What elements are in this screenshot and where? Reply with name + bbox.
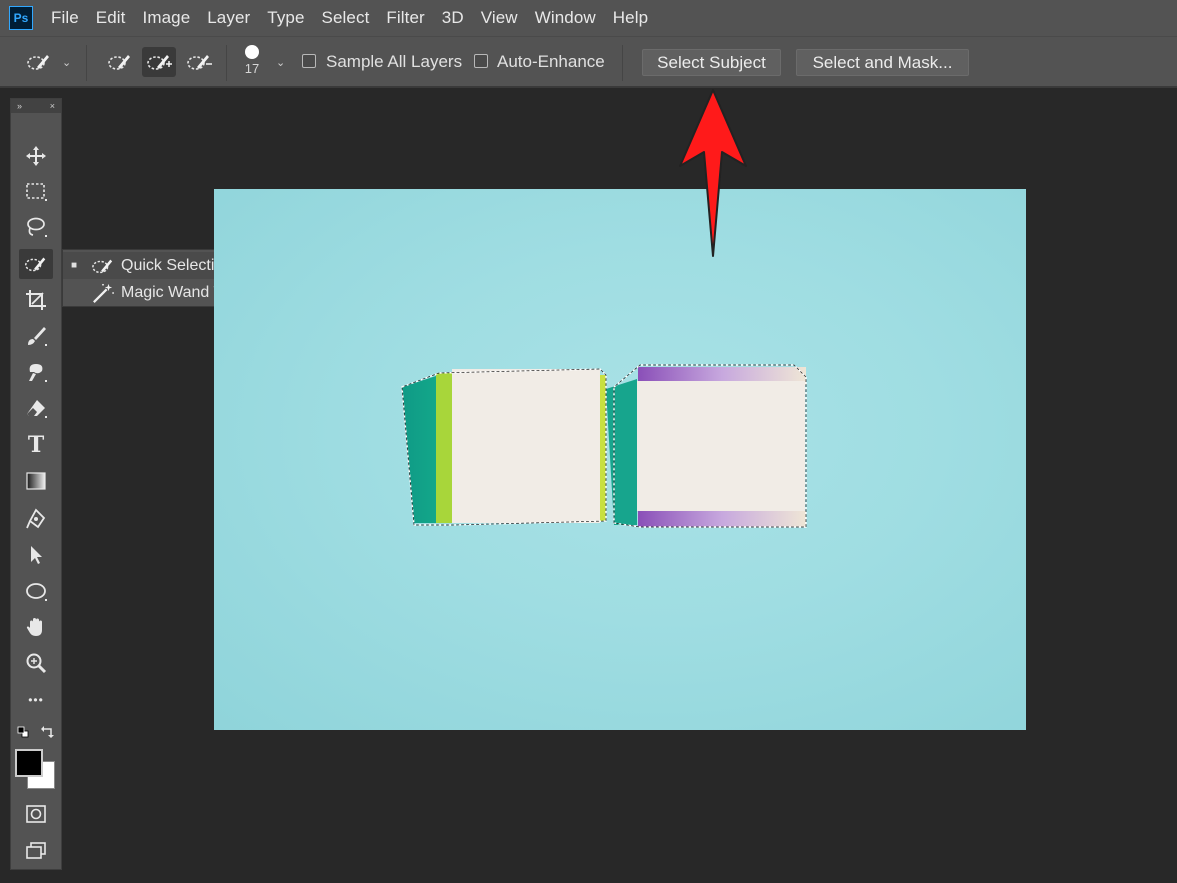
arrow-cursor-icon <box>31 546 42 564</box>
pen-icon <box>26 508 46 529</box>
sample-all-layers-checkbox[interactable] <box>302 54 316 68</box>
tools-panel: » × T ••• <box>10 98 62 870</box>
close-panel-icon[interactable]: × <box>50 101 55 111</box>
eraser-icon <box>27 400 47 418</box>
selected-bullet-icon: ■ <box>71 260 78 271</box>
separator <box>86 45 87 81</box>
canvas-image <box>401 364 807 528</box>
quick-selection-icon <box>92 259 113 273</box>
rectangular-marquee-tool[interactable] <box>19 176 53 206</box>
menu-window[interactable]: Window <box>535 8 596 28</box>
ellipse-tool[interactable] <box>19 576 53 606</box>
crop-icon <box>26 290 46 310</box>
menu-file[interactable]: File <box>51 8 79 28</box>
select-subject-button[interactable]: Select Subject <box>642 49 781 76</box>
foreground-color-swatch[interactable] <box>15 749 43 777</box>
lasso-icon <box>27 217 47 237</box>
chevron-down-icon[interactable]: ⌄ <box>62 56 71 69</box>
history-brush-tool[interactable] <box>19 357 53 387</box>
swap-colors-icon[interactable] <box>41 725 55 738</box>
zoom-tool[interactable] <box>19 648 53 678</box>
new-selection-button[interactable] <box>104 47 136 77</box>
document-canvas[interactable] <box>214 189 1026 730</box>
menu-type[interactable]: Type <box>267 8 304 28</box>
history-brush-icon <box>29 364 47 382</box>
expand-panel-icon[interactable]: » <box>17 101 22 111</box>
menu-view[interactable]: View <box>481 8 518 28</box>
auto-enhance-checkbox[interactable] <box>474 54 488 68</box>
gradient-tool[interactable] <box>19 466 53 496</box>
quick-selection-new-icon <box>108 55 130 70</box>
select-and-mask-button[interactable]: Select and Mask... <box>796 49 969 76</box>
eraser-tool[interactable] <box>19 393 53 423</box>
separator <box>622 45 623 81</box>
magic-wand-icon <box>93 283 114 303</box>
type-icon: T <box>27 432 45 458</box>
move-icon <box>26 146 46 166</box>
quick-selection-tool[interactable] <box>19 249 53 279</box>
sample-all-layers-label: Sample All Layers <box>326 52 463 71</box>
photoshop-logo: Ps <box>9 6 33 30</box>
quick-mask-button[interactable] <box>19 799 53 829</box>
type-tool[interactable]: T <box>19 430 53 460</box>
quick-selection-icon <box>25 257 46 272</box>
edit-toolbar-button[interactable]: ••• <box>19 685 53 715</box>
separator <box>226 45 227 81</box>
brush-tool[interactable] <box>19 321 53 351</box>
default-colors-icon[interactable] <box>17 725 29 738</box>
ellipse-icon <box>26 583 47 601</box>
menu-filter[interactable]: Filter <box>386 8 424 28</box>
menu-edit[interactable]: Edit <box>96 8 126 28</box>
menu-layer[interactable]: Layer <box>207 8 250 28</box>
add-to-selection-button[interactable] <box>142 47 176 77</box>
path-selection-tool[interactable] <box>19 540 53 570</box>
screen-mode-icon <box>26 842 46 859</box>
zoom-icon <box>26 653 47 674</box>
menu-3d[interactable]: 3D <box>442 8 464 28</box>
gradient-icon <box>26 472 46 490</box>
quick-mask-icon <box>26 805 46 823</box>
move-tool[interactable] <box>19 141 53 171</box>
menu-help[interactable]: Help <box>613 8 648 28</box>
brush-size-picker[interactable]: 17 <box>240 45 264 83</box>
pen-tool[interactable] <box>19 504 53 534</box>
tool-preset-picker[interactable] <box>22 47 56 77</box>
menu-select[interactable]: Select <box>322 8 370 28</box>
brush-tip-icon <box>245 45 259 59</box>
quick-selection-icon <box>27 55 49 70</box>
quick-selection-subtract-icon <box>187 55 212 70</box>
more-icon: ••• <box>28 693 44 707</box>
brush-icon <box>28 327 47 346</box>
chevron-down-icon[interactable]: ⌄ <box>276 56 285 69</box>
hand-tool[interactable] <box>19 612 53 642</box>
menu-bar: Ps File Edit Image Layer Type Select Fil… <box>0 0 1177 36</box>
lasso-tool[interactable] <box>19 212 53 242</box>
menu-image[interactable]: Image <box>143 8 191 28</box>
tools-panel-header: » × <box>11 99 61 113</box>
marquee-icon <box>26 183 47 201</box>
options-bar: ⌄ 17 ⌄ Sample All Layers Auto-Enhance Se… <box>0 36 1177 88</box>
auto-enhance-label: Auto-Enhance <box>497 52 605 71</box>
brush-size-value: 17 <box>244 61 260 76</box>
screen-mode-button[interactable] <box>19 836 53 866</box>
crop-tool[interactable] <box>19 285 53 315</box>
hand-icon <box>26 618 42 636</box>
red-arrow-annotation <box>679 89 747 257</box>
quick-selection-add-icon <box>147 55 172 70</box>
subtract-from-selection-button[interactable] <box>182 47 216 77</box>
